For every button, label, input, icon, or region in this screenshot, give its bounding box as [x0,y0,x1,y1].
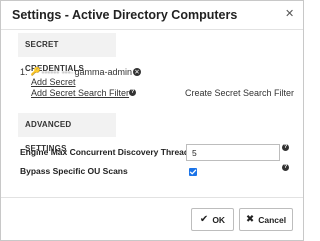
add-secret-link[interactable]: Add Secret [31,77,76,87]
ok-button[interactable]: ✔ OK [191,208,234,231]
bypass-ou-label: Bypass Specific OU Scans [20,166,128,176]
section-heading-secret-credentials: SECRET CREDENTIALS [18,33,116,73]
cancel-button-label: Cancel [258,214,287,225]
engine-threads-help-icon[interactable]: ? [282,144,289,151]
create-secret-search-filter-text: Create Secret Search Filter [185,88,295,98]
secret-list-item: 1. 🔑 •••••• •••- gamma-admin ✕ [20,67,141,77]
checkmark-icon [189,169,197,175]
add-secret-search-filter-link[interactable]: Add Secret Search Filter [31,88,129,98]
check-icon: ✔ [199,213,209,225]
close-icon: ✖ [245,213,255,225]
title-divider [1,29,303,30]
engine-threads-label: Engine Max Concurrent Discovery Threads [20,147,194,157]
remove-secret-icon[interactable]: ✕ [133,68,141,76]
bypass-ou-help-icon[interactable]: ? [282,164,289,171]
cancel-button[interactable]: ✖ Cancel [239,208,293,231]
bypass-ou-checkbox[interactable] [189,168,197,176]
close-icon[interactable]: ✕ [285,8,294,19]
footer-divider [1,197,303,198]
secret-index: 1. [20,67,28,77]
help-icon[interactable]: ? [129,89,136,96]
engine-threads-input[interactable] [186,144,280,161]
settings-dialog: Settings - Active Directory Computers ✕ … [0,0,304,241]
dialog-title: Settings - Active Directory Computers [12,8,238,22]
key-icon: 🔑 [30,67,41,76]
secret-name-redacted: •••••• •••- [41,67,74,77]
secret-name: gamma-admin [74,67,132,77]
ok-button-label: OK [212,214,226,225]
section-heading-advanced-settings: ADVANCED SETTINGS [18,113,116,153]
